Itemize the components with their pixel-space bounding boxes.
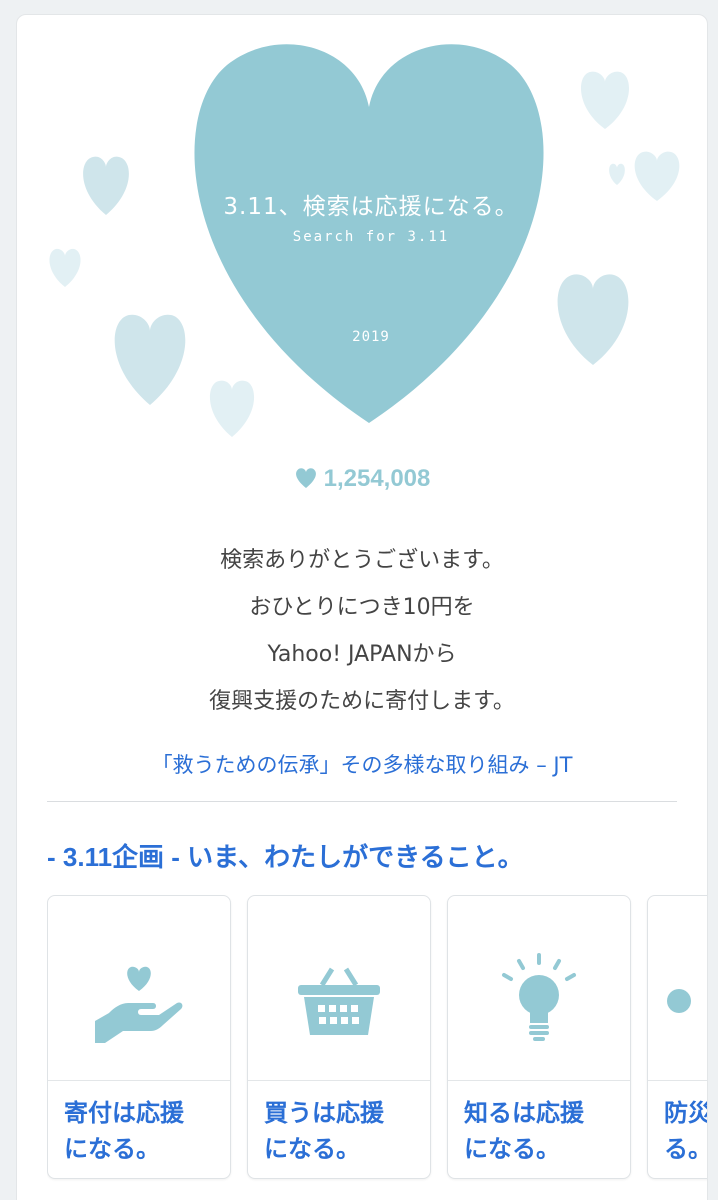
decor-heart-icon	[114, 314, 186, 405]
heart-icon	[294, 467, 318, 496]
counter-value: 1,254,008	[323, 465, 431, 492]
tile-label-line: 買うは応援	[264, 1100, 384, 1127]
hand-heart-icon	[48, 926, 230, 1076]
tile-label-line: 防災	[664, 1100, 707, 1127]
tile-learn[interactable]: 知るは応援 になる。	[447, 895, 631, 1179]
tile-label-line: る。	[664, 1136, 707, 1163]
tile-label: 買うは応援 になる。	[264, 1096, 424, 1168]
lightbulb-icon	[448, 926, 630, 1076]
tile-label: 寄付は応援 になる。	[64, 1096, 224, 1168]
tile-buy[interactable]: 買うは応援 になる。	[247, 895, 431, 1179]
tile-label-line: になる。	[464, 1136, 560, 1163]
tile-label-line: 寄付は応援	[64, 1100, 184, 1127]
decor-heart-icon	[609, 163, 625, 185]
decor-heart-icon	[209, 380, 255, 437]
decor-heart-icon	[49, 248, 81, 287]
thank-you-message: 検索ありがとうございます。 おひとりにつき10円を Yahoo! JAPANから…	[17, 537, 707, 725]
hero-banner[interactable]: 3.11、検索は応援になる。 Search for 3.11 2019	[17, 15, 709, 455]
message-line: おひとりにつき10円を	[249, 595, 475, 620]
decor-heart-icon	[83, 156, 129, 215]
hero-title: 3.11、検索は応援になる。	[223, 194, 519, 220]
message-line: Yahoo! JAPANから	[267, 642, 457, 667]
tile-separator	[648, 1080, 707, 1081]
decor-heart-icon	[634, 151, 680, 201]
divider	[47, 801, 677, 802]
tile-label-line: になる。	[264, 1136, 360, 1163]
message-line: 復興支援のために寄付します。	[209, 689, 515, 714]
tile-label-line: 知るは応援	[464, 1100, 584, 1127]
tile-separator	[448, 1080, 630, 1081]
action-tiles: 寄付は応援 になる。 買うは応援 になる。 知るは応援 になる。 防災 る	[47, 895, 707, 1185]
tile-label: 知るは応援 になる。	[464, 1096, 624, 1168]
message-line: 検索ありがとうございます。	[220, 548, 504, 573]
tile-separator	[248, 1080, 430, 1081]
section-heading: - 3.11企画 - いま、わたしができること。	[47, 842, 524, 872]
tile-disaster-prevention[interactable]: 防災 る。	[647, 895, 707, 1179]
hero-year: 2019	[352, 329, 390, 345]
tile-donate[interactable]: 寄付は応援 になる。	[47, 895, 231, 1179]
tile-label-line: になる。	[64, 1136, 160, 1163]
tile-label: 防災 る。	[664, 1096, 707, 1168]
decor-heart-icon	[580, 71, 630, 129]
hero-subtitle: Search for 3.11	[292, 229, 450, 245]
search-counter: 1,254,008	[17, 465, 707, 496]
main-card: 3.11、検索は応援になる。 Search for 3.11 2019 1,25…	[16, 14, 708, 1200]
article-link[interactable]: 「救うための伝承」その多様な取り組み – JT	[17, 749, 707, 779]
basket-icon	[248, 926, 430, 1076]
decor-heart-icon	[557, 274, 629, 365]
tile-separator	[48, 1080, 230, 1081]
partial-icon	[648, 926, 707, 1076]
